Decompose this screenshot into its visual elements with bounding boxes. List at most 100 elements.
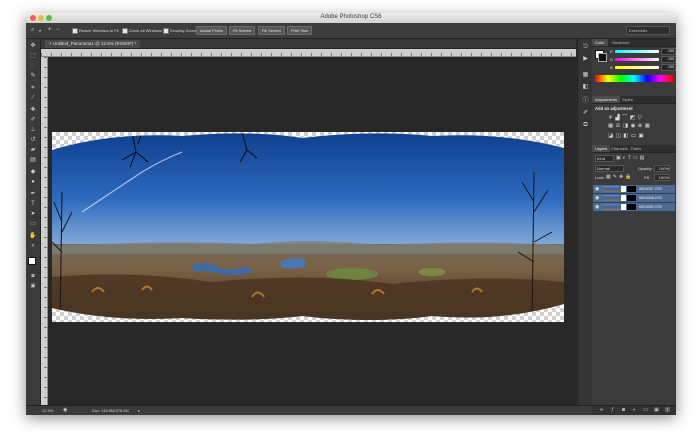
layer-style-icon[interactable]: ƒ [609,407,616,414]
actions-play-icon[interactable]: ▶ [581,55,590,64]
marquee-tool-icon[interactable]: ⬚ [29,53,37,60]
threshold-icon[interactable]: ◧ [623,133,631,139]
fill-screen-button[interactable]: Fill Screen [258,26,285,35]
levels-icon[interactable]: ▟ [615,115,622,121]
tab-color[interactable]: Color [592,39,608,46]
healing-tool-icon[interactable]: ✚ [29,107,37,114]
layer-mask[interactable] [627,204,636,210]
info-icon[interactable]: ◉ [63,407,67,414]
layer-row[interactable]: ◉ IMG4067.CR2 [593,185,675,194]
r-value[interactable]: 255 [661,48,676,55]
layer-name[interactable]: IMG4068.CR2 [639,195,662,201]
shape-tool-icon[interactable]: ▭ [29,221,37,228]
new-group-icon[interactable]: ▭ [642,407,649,414]
layer-row[interactable]: ◉ IMG4069.CR2 [593,203,675,212]
gradient-tool-icon[interactable]: ▤ [29,157,37,164]
brush-panel-icon[interactable]: ✐ [581,109,590,118]
document-tab[interactable]: × Untitled_Panorama1 @ 12.5% (RGB/8*) * [45,40,141,48]
chevron-down-icon[interactable]: ▾ [39,27,41,34]
eraser-tool-icon[interactable]: ▰ [29,147,37,154]
actual-pixels-button[interactable]: Actual Pixels [196,26,227,35]
fill-field[interactable]: 100% [654,174,670,181]
dodge-tool-icon[interactable]: ● [29,179,37,186]
foreground-color-swatch[interactable] [28,257,36,265]
scrubby-zoom-checkbox[interactable]: Scrubby Zoom [163,27,196,34]
pen-tool-icon[interactable]: ✒ [29,191,37,198]
zoom-all-windows-checkbox[interactable]: Zoom All Windows [122,27,162,34]
tab-paths[interactable]: Paths [628,145,644,152]
lock-transparency-icon[interactable]: ▦ [606,174,613,180]
eye-icon[interactable]: ◉ [595,195,599,201]
zoom-level[interactable]: 12.5% [42,407,53,414]
screen-mode-icon[interactable]: ▣ [29,283,37,290]
black-white-icon[interactable]: ◨ [623,123,631,129]
layer-mask[interactable] [627,186,636,192]
stamp-tool-icon[interactable]: ⊥ [29,127,37,134]
hue-saturation-icon[interactable]: ▦ [608,123,616,129]
g-value[interactable]: 255 [661,56,676,63]
crop-tool-icon[interactable]: ⌗ [29,85,37,92]
color-balance-icon[interactable]: ⚖ [616,123,623,129]
background-color-chip[interactable] [598,53,607,62]
opacity-field[interactable]: 100% [654,165,670,172]
print-size-button[interactable]: Print Size [287,26,313,35]
info-panel-icon[interactable]: ⓘ [581,97,590,106]
curves-icon[interactable]: ⌒ [622,115,630,121]
layer-row[interactable]: ◉ IMG4068.CR2 [593,194,675,203]
channel-mixer-icon[interactable]: ⊕ [638,123,645,129]
zoom-in-icon[interactable]: + [48,27,52,34]
panorama-document[interactable] [52,132,564,322]
spectrum-ramp[interactable] [595,75,673,82]
zoom-out-icon[interactable]: − [56,27,60,34]
zoom-tool-icon[interactable]: ⌕ [29,243,37,250]
exposure-icon[interactable]: ◩ [630,115,638,121]
tab-swatches[interactable]: Swatches [609,39,632,46]
fit-screen-button[interactable]: Fit Screen [229,26,256,35]
blur-tool-icon[interactable]: ◆ [29,169,37,176]
vibrance-icon[interactable]: ▽ [638,115,645,121]
brush-tool-icon[interactable]: ✐ [29,117,37,124]
layer-name[interactable]: IMG4069.CR2 [639,204,662,210]
clone-source-icon[interactable]: ⧉ [581,121,590,130]
pixel-filter-icon[interactable]: ▣ [616,155,623,161]
selective-color-icon[interactable]: ▣ [638,133,646,139]
hand-tool-icon[interactable]: ✋ [29,233,37,240]
quick-select-tool-icon[interactable]: ✎ [29,73,37,80]
eyedropper-tool-icon[interactable]: ⁄ [29,95,37,102]
resize-windows-checkbox[interactable]: Resize Windows to Fit [72,27,119,34]
magnifier-icon[interactable]: ⌕ [31,27,34,34]
history-icon[interactable]: ⎋ [581,43,590,52]
color-lookup-icon[interactable]: ▦ [645,123,653,129]
trash-icon[interactable]: ▥ [664,407,671,414]
path-select-tool-icon[interactable]: ➤ [29,211,37,218]
properties-icon[interactable]: ◧ [581,83,590,92]
tab-close-icon[interactable]: × [49,41,52,46]
type-tool-icon[interactable]: T [29,201,37,208]
status-menu-arrow-icon[interactable]: ▸ [138,407,140,414]
link-layers-icon[interactable]: ∞ [598,407,605,414]
lock-all-icon[interactable]: 🔒 [625,174,633,180]
shape-filter-icon[interactable]: ▭ [633,155,640,161]
blend-mode-select[interactable]: Normal [595,165,624,172]
new-adjustment-layer-icon[interactable]: ◐ [631,407,638,414]
g-slider[interactable] [615,58,659,61]
workspace-select[interactable]: Essentials [626,26,670,35]
b-slider[interactable] [615,66,659,69]
b-value[interactable]: 255 [661,64,676,71]
new-layer-icon[interactable]: ▣ [653,407,660,414]
filter-kind-select[interactable]: Kind [595,155,614,162]
smart-filter-icon[interactable]: ▤ [640,155,647,161]
tab-styles[interactable]: Styles [619,96,636,103]
vertical-ruler[interactable] [41,57,48,405]
tab-adjustments[interactable]: Adjustments [592,96,621,103]
add-mask-icon[interactable]: ◙ [620,407,627,414]
layer-comps-icon[interactable]: ▦ [581,71,590,80]
horizontal-ruler[interactable] [41,49,576,57]
history-brush-tool-icon[interactable]: ↺ [29,137,37,144]
eye-icon[interactable]: ◉ [595,204,599,210]
r-slider[interactable] [615,50,659,53]
layer-mask[interactable] [627,195,636,201]
lasso-tool-icon[interactable]: ◌ [29,63,37,70]
quick-mask-icon[interactable]: ◙ [29,273,37,280]
eye-icon[interactable]: ◉ [595,186,599,192]
